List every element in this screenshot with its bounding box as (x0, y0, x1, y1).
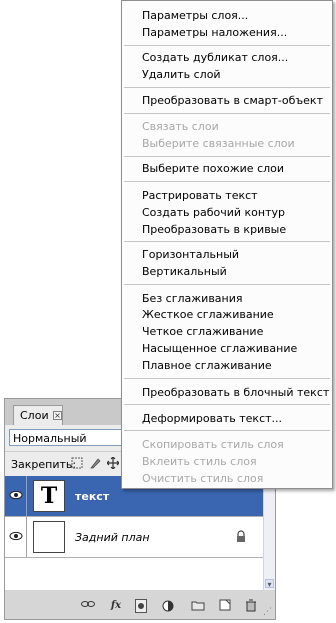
menu-item-layer-properties[interactable]: Параметры слоя... (142, 9, 248, 22)
visibility-eye-icon[interactable] (5, 476, 27, 516)
layers-scrollbar[interactable]: ▾ (263, 476, 275, 590)
layer-thumbnail-text: T (33, 480, 65, 512)
lock-pixels-icon[interactable] (89, 457, 101, 469)
menu-item-duplicate-layer[interactable]: Создать дубликат слоя... (142, 51, 288, 64)
menu-item-anti-alias-crisp[interactable]: Четкое сглаживание (142, 325, 263, 338)
layer-row-background[interactable]: Задний план (5, 517, 263, 558)
menu-item-convert-to-shape[interactable]: Преобразовать в кривые (142, 223, 286, 236)
menu-item-copy-layer-style: Скопировать стиль слоя (142, 438, 284, 451)
menu-item-convert-smart-object[interactable]: Преобразовать в смарт-объект (142, 94, 323, 107)
lock-icon (235, 530, 247, 542)
blend-mode-select[interactable]: Нормальный (9, 429, 127, 446)
lock-transparency-icon[interactable] (71, 457, 83, 469)
menu-item-clear-layer-style: Очистить стиль слоя (142, 472, 264, 485)
menu-item-blending-options[interactable]: Параметры наложения... (142, 26, 287, 39)
adjustment-icon[interactable] (161, 599, 175, 613)
menu-item-warp-text[interactable]: Деформировать текст... (142, 412, 282, 425)
layer-context-menu: Параметры слоя... Параметры наложения...… (121, 0, 333, 489)
mask-icon[interactable] (135, 599, 147, 613)
menu-separator (124, 45, 330, 46)
menu-separator (124, 378, 330, 379)
menu-item-create-work-path[interactable]: Создать рабочий контур (142, 206, 285, 219)
menu-item-anti-alias-smooth[interactable]: Плавное сглаживание (142, 359, 272, 372)
folder-icon[interactable] (191, 599, 205, 613)
scroll-down-icon[interactable]: ▾ (265, 579, 274, 589)
menu-item-paste-layer-style: Вклеить стиль слоя (142, 455, 257, 468)
menu-item-anti-alias-none[interactable]: Без сглаживания (142, 292, 243, 305)
menu-item-anti-alias-strong[interactable]: Насыщенное сглаживание (142, 342, 297, 355)
trash-icon[interactable] (245, 599, 257, 613)
menu-item-rasterize-text[interactable]: Растрировать текст (142, 189, 258, 202)
menu-separator (124, 156, 330, 157)
lock-label: Закрепить: (11, 458, 77, 471)
fx-icon[interactable]: fx (109, 599, 123, 613)
menu-item-link-layers: Связать слои (142, 120, 219, 133)
layer-thumbnail-background (33, 521, 65, 553)
menu-separator (124, 284, 330, 285)
menu-item-vertical[interactable]: Вертикальный (142, 265, 227, 278)
close-icon[interactable]: × (53, 411, 62, 420)
menu-item-horizontal[interactable]: Горизонтальный (142, 248, 239, 261)
menu-separator (124, 181, 330, 182)
menu-item-convert-paragraph-text[interactable]: Преобразовать в блочный текст (142, 386, 329, 399)
menu-separator (124, 87, 330, 88)
layers-bottom-toolbar: fx ⋰ (5, 593, 275, 619)
menu-item-select-linked-layers: Выберите связанные слои (142, 137, 295, 150)
layer-name: Задний план (75, 531, 150, 544)
link-icon[interactable] (81, 599, 95, 613)
menu-item-anti-alias-sharp[interactable]: Жесткое сглаживание (142, 308, 274, 321)
lock-position-icon[interactable] (106, 456, 120, 470)
menu-separator (124, 430, 330, 431)
new-layer-icon[interactable] (219, 599, 231, 613)
tab-layers-label: Слои (20, 409, 49, 422)
menu-separator (124, 404, 330, 405)
menu-item-select-similar-layers[interactable]: Выберите похожие слои (142, 162, 284, 175)
layers-list: T текст Задний план (5, 476, 263, 590)
layer-name: текст (75, 490, 110, 503)
menu-separator (124, 113, 330, 114)
tab-layers[interactable]: Слои × (13, 405, 63, 425)
menu-item-delete-layer[interactable]: Удалить слой (142, 68, 221, 81)
menu-separator (124, 241, 330, 242)
resize-grip-icon[interactable]: ⋰ (263, 607, 273, 617)
visibility-eye-icon[interactable] (5, 517, 27, 557)
